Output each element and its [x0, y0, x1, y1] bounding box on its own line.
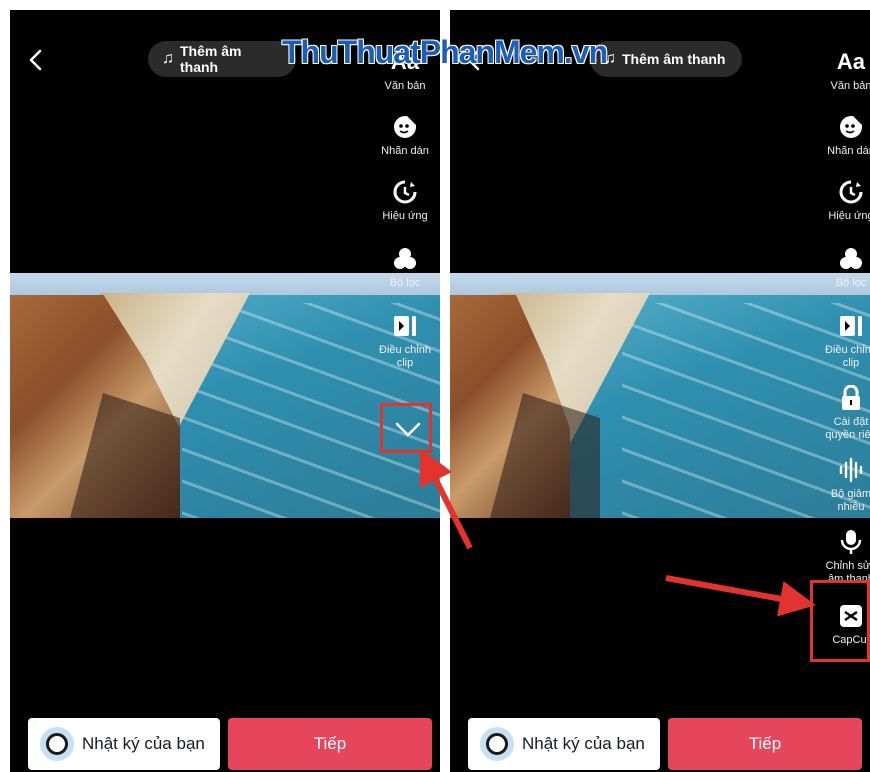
tool-label: Văn bản [830, 80, 870, 92]
left-toolbar: Aa Văn bản Nhãn dán Hiệu ứng Bộ lọc Điều… [370, 48, 440, 370]
filter-circles-icon [391, 245, 419, 273]
tool-edit-audio[interactable]: Chỉnh sửa âm thanh [826, 528, 870, 586]
tool-label: Bộ lọc [389, 277, 421, 289]
tool-label: Bộ giảm nhiễu [830, 488, 870, 513]
diary-button[interactable]: Nhật ký của bạn [468, 718, 660, 770]
next-label: Tiếp [748, 734, 782, 753]
tool-adjust-clip[interactable]: Điều chỉnh clip [379, 312, 431, 370]
next-button[interactable]: Tiếp [668, 718, 862, 770]
chevron-left-icon [29, 49, 42, 71]
music-note-icon: ♫ [162, 50, 174, 67]
clip-adjust-icon [391, 312, 419, 340]
effects-timer-icon [837, 178, 865, 206]
tool-label: Văn bản [384, 80, 426, 92]
watermark: ThuThuatPhanMem.vn [282, 34, 608, 70]
tool-label: Cài đặt quyền riên [825, 416, 870, 441]
effects-timer-icon [391, 178, 419, 206]
tool-privacy[interactable]: Cài đặt quyền riên [825, 384, 870, 442]
add-sound-button[interactable]: ♫ Thêm âm thanh [148, 41, 296, 77]
tool-label: Nhãn dán [827, 145, 870, 157]
tool-label: Điều chỉnh clip [825, 344, 870, 369]
filter-circles-icon [837, 245, 865, 273]
add-sound-button[interactable]: ♫ Thêm âm thanh [590, 41, 742, 77]
highlight-expand-button [380, 403, 432, 453]
clip-adjust-icon [837, 312, 865, 340]
avatar [480, 727, 514, 761]
divider [440, 0, 450, 772]
microphone-icon [837, 528, 865, 556]
tool-noise-reducer[interactable]: Bộ giảm nhiễu [831, 456, 870, 514]
back-button[interactable] [24, 48, 48, 72]
tool-adjust-clip[interactable]: Điều chỉnh clip [825, 312, 870, 370]
tool-stickers[interactable]: Nhãn dán [827, 113, 870, 158]
diary-label: Nhật ký của bạn [522, 734, 645, 753]
tool-label: Nhãn dán [381, 145, 429, 157]
tool-effects[interactable]: Hiệu ứng [382, 178, 428, 223]
right-toolbar: Aa Văn bản Nhãn dán Hiệu ứng Bộ lọc Đi [816, 48, 870, 647]
highlight-edit-audio [810, 580, 870, 662]
add-sound-label: Thêm âm thanh [622, 51, 726, 67]
tool-effects[interactable]: Hiệu ứng [828, 178, 870, 223]
avatar [40, 727, 74, 761]
noise-reduce-icon [837, 456, 865, 484]
right-screen: ♫ Thêm âm thanh Aa Văn bản Nhãn dán Hiệu… [450, 10, 870, 772]
tool-stickers[interactable]: Nhãn dán [381, 113, 429, 158]
tool-label: Hiệu ứng [382, 210, 428, 222]
next-label: Tiếp [313, 734, 347, 753]
text-icon: Aa [836, 49, 866, 74]
tool-label: Hiệu ứng [828, 210, 870, 222]
sticker-icon [391, 113, 419, 141]
tool-label: Điều chỉnh clip [379, 344, 431, 369]
tool-filters[interactable]: Bộ lọc [389, 245, 421, 290]
next-button[interactable]: Tiếp [228, 718, 432, 770]
sticker-icon [837, 113, 865, 141]
tool-label: Bộ lọc [835, 277, 867, 289]
left-screen: ♫ Thêm âm thanh Aa Văn bản Nhãn dán Hiệu… [10, 10, 440, 772]
add-sound-label: Thêm âm thanh [180, 43, 242, 75]
tool-filters[interactable]: Bộ lọc [835, 245, 867, 290]
diary-button[interactable]: Nhật ký của bạn [28, 718, 220, 770]
tool-text[interactable]: Aa Văn bản [831, 48, 870, 93]
diary-label: Nhật ký của bạn [82, 734, 205, 753]
lock-icon [837, 384, 865, 412]
video-preview [450, 273, 870, 518]
